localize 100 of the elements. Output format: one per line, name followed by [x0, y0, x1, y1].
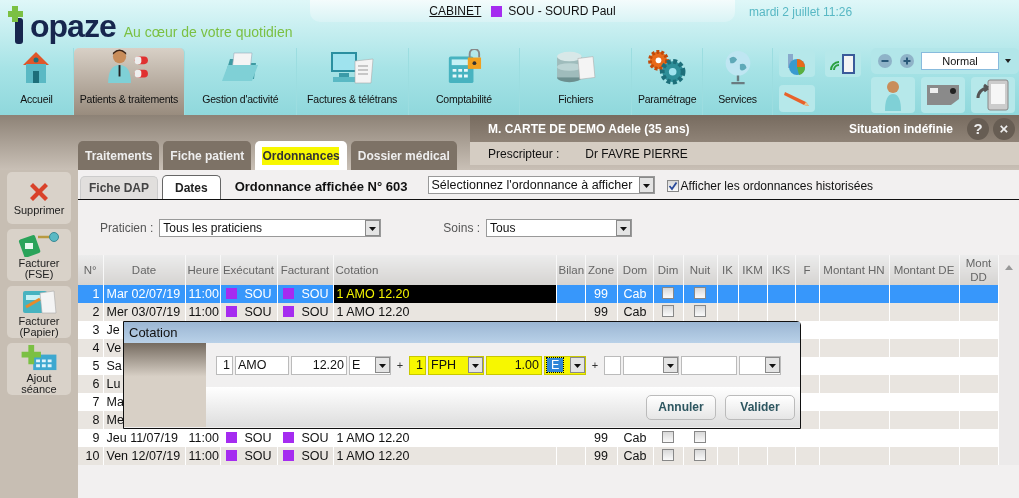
combo-box[interactable]	[739, 355, 781, 375]
zoom-in-icon	[899, 53, 915, 69]
nav-button[interactable]: Fichiers	[520, 48, 633, 115]
row-number: 9	[92, 431, 100, 445]
row-number: 2	[92, 305, 100, 319]
date-text: Ve	[106, 341, 122, 355]
checkbox[interactable]	[666, 180, 679, 192]
checkbox[interactable]	[694, 304, 706, 317]
zoom-in-button[interactable]	[899, 53, 915, 69]
card-reader-icon	[925, 83, 961, 107]
date-text: Me	[106, 413, 124, 427]
column-header: Dim	[653, 255, 683, 285]
row-number: 6	[92, 377, 100, 391]
amount-field[interactable]: 12.20	[291, 355, 347, 375]
card-with-key-icon	[18, 230, 60, 257]
column-header: Cotation	[333, 255, 556, 285]
user-name: SOU - SOURD Paul	[508, 4, 616, 18]
amount-field[interactable]: 1.00	[486, 355, 542, 375]
checkbox[interactable]	[662, 286, 674, 299]
checkbox[interactable]	[662, 448, 674, 461]
filter-label: Praticien :	[100, 220, 154, 235]
dialog-title: Cotation	[124, 322, 800, 343]
nav-button[interactable]: Paramétrage	[632, 48, 704, 115]
checkbox[interactable]	[694, 430, 706, 443]
sync-document-button[interactable]	[971, 77, 1015, 113]
code-field[interactable]: AMO	[235, 355, 289, 375]
tab[interactable]: Fiche patient	[163, 141, 252, 170]
close-button[interactable]: ×	[993, 117, 1015, 140]
filter-select[interactable]: Tous	[486, 218, 633, 237]
executant-name: SOU	[244, 431, 272, 445]
checkbox[interactable]	[694, 286, 706, 299]
pencil-button[interactable]	[779, 84, 815, 112]
table-row[interactable]: 10 Ven 12/07/19 11:00 SOU SOU 1 AMO 12.20 99 Cab	[78, 447, 998, 465]
sidebar-button[interactable]: Facturer (Papier)	[7, 286, 71, 338]
zoom-select[interactable]: Normal	[921, 52, 999, 70]
tagline: Au cœur de votre quotidien	[123, 24, 293, 40]
filter-select[interactable]: Tous les praticiens	[159, 218, 382, 237]
date-text: Sa	[106, 359, 122, 373]
column-header: IK	[717, 255, 738, 285]
column-header: Zone	[585, 255, 617, 285]
nav-button[interactable]: Patients & traitements	[73, 48, 185, 115]
time-text: 11:00	[188, 431, 219, 445]
sub-tab[interactable]: Dates	[162, 175, 221, 199]
checkbox[interactable]	[662, 304, 674, 317]
row-number: 8	[92, 413, 100, 427]
nav-button[interactable]: Factures & télétrans	[296, 48, 409, 115]
zoom-out-button[interactable]	[877, 53, 893, 69]
checkbox[interactable]	[662, 430, 674, 443]
ordonnance-select[interactable]: Sélectionnez l'ordonnance à afficher	[427, 176, 655, 194]
card-reader-button[interactable]	[921, 77, 965, 113]
scrollbar[interactable]	[998, 255, 1019, 465]
tab[interactable]: Dossier médical	[350, 141, 457, 170]
column-header: N°	[78, 255, 103, 285]
quantity-field[interactable]: 1	[409, 355, 426, 375]
facturant-name: SOU	[301, 431, 329, 445]
quantity-field[interactable]	[604, 355, 621, 375]
dialog-button[interactable]: Annuler	[646, 394, 716, 420]
cotation-cell: 1 AMO 12.20	[333, 285, 556, 303]
table-row[interactable]: 1 Mar 02/07/19 11:00 SOU SOU 1 AMO 12.20 99 Cab	[78, 285, 998, 303]
row-number: 7	[92, 395, 100, 409]
row-number: 4	[92, 341, 100, 355]
sidebar-button[interactable]: Ajout séance	[7, 343, 71, 395]
combo-box[interactable]: E	[544, 355, 586, 375]
caret-icon	[1005, 59, 1011, 63]
sidebar-button[interactable]: Supprimer	[7, 172, 71, 224]
cabinet-link[interactable]: CABINET	[429, 4, 482, 18]
table-row[interactable]: 9 Jeu 11/07/19 11:00 SOU SOU 1 AMO 12.20 99 Cab	[78, 429, 998, 447]
combo-box[interactable]	[623, 355, 679, 375]
logo: opaze	[30, 8, 116, 44]
table-row[interactable]: 2 Mer 03/07/19 11:00 SOU SOU 1 AMO 12.20 99 Cab	[78, 303, 998, 321]
amount-field[interactable]	[681, 355, 737, 375]
column-header: IKM	[738, 255, 767, 285]
tab[interactable]: Ordonnances	[255, 141, 347, 170]
date-text: Ven 12/07/19	[106, 449, 181, 463]
row-number: 5	[92, 359, 100, 373]
date-text: Ma	[106, 395, 124, 409]
column-header: Montant DE	[889, 255, 959, 285]
combo-box[interactable]: E	[349, 355, 391, 375]
time-text: 11:00	[188, 449, 219, 463]
facturant-name: SOU	[301, 449, 329, 463]
combo-box[interactable]: FPH	[428, 355, 484, 375]
column-header: Facturant	[277, 255, 333, 285]
sidebar-button[interactable]: Facturer (FSE)	[7, 229, 71, 281]
facturant-name: SOU	[301, 287, 329, 301]
date-text: Lu	[106, 377, 121, 391]
checkbox[interactable]	[694, 448, 706, 461]
sub-tab[interactable]: Fiche DAP	[80, 176, 158, 199]
date-time: mardi 2 juillet 11:26	[749, 5, 853, 19]
row-number: 10	[85, 449, 100, 463]
dialog-button[interactable]: Valider	[725, 394, 795, 420]
person-button[interactable]	[871, 77, 915, 113]
zoom-out-icon	[877, 53, 893, 69]
scroll-up-icon[interactable]	[1004, 265, 1013, 270]
column-header: Bilan	[556, 255, 585, 285]
quantity-field[interactable]: 1	[216, 355, 233, 375]
help-button[interactable]: ?	[967, 117, 989, 140]
prescriber-name: Dr FAVRE PIERRE	[585, 146, 688, 161]
date-text: Mer 03/07/19	[106, 305, 181, 319]
cotation-cell: 1 AMO 12.20	[333, 447, 556, 465]
tab[interactable]: Traitements	[78, 141, 160, 170]
